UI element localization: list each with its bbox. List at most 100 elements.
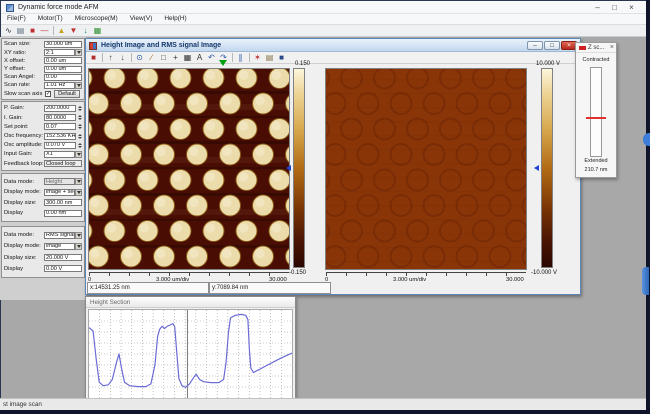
rms-scale-marker-icon[interactable] xyxy=(534,165,539,171)
rms-axis-div: 3.000 um/div xyxy=(393,277,427,283)
osc-amplitude-spin-down-icon[interactable] xyxy=(77,145,82,148)
default-button[interactable]: Default xyxy=(54,89,80,98)
save-icon[interactable]: ■ xyxy=(276,53,287,63)
edit-icon[interactable]: ∕ xyxy=(146,53,157,63)
set-point-spinner[interactable] xyxy=(77,123,82,130)
display-mode-rms-field[interactable]: image xyxy=(44,242,75,250)
xy-ratio-field[interactable]: 2:1 xyxy=(44,49,75,57)
p-gain-spin-up-icon[interactable] xyxy=(77,105,82,108)
scan-rate-dropdown-button[interactable] xyxy=(75,81,82,89)
image-window-icon xyxy=(89,42,97,50)
waveform-icon[interactable]: ∿ xyxy=(3,26,14,36)
menu-file[interactable]: File(F) xyxy=(1,14,32,24)
display-mode-rms-dropdown-button[interactable] xyxy=(75,242,82,250)
p-gain-row: P. Gain: 200.0000 xyxy=(4,104,82,113)
display-size-height-field[interactable]: 300.00 nm xyxy=(44,199,82,207)
slow-scan-axis-checkbox[interactable]: ✓ xyxy=(45,90,51,97)
tip-retract-icon[interactable]: ▼ xyxy=(68,26,79,36)
data-mode-rms-field[interactable]: RMS signal xyxy=(44,231,75,239)
z-scan-close-button[interactable]: × xyxy=(610,44,614,52)
slow-scan-axis-row: Slow scan axis EN✓Default xyxy=(4,89,82,98)
stop-scan-icon[interactable]: ■ xyxy=(27,26,38,36)
display-size-rms-field[interactable]: 20.000 V xyxy=(44,254,82,262)
osc-amplitude-spinner[interactable] xyxy=(77,142,82,149)
y-offset-field[interactable]: 0.00 um xyxy=(44,65,82,73)
snapshot-icon[interactable]: ✶ xyxy=(252,53,263,63)
height-section-titlebar[interactable]: Height Section xyxy=(86,297,295,308)
menu-microscope[interactable]: Microscope(M) xyxy=(69,14,124,24)
annotation-icon[interactable]: A xyxy=(194,53,205,63)
display-mode-height-dropdown-button[interactable] xyxy=(75,188,82,196)
set-point-spin-up-icon[interactable] xyxy=(77,124,82,127)
rms-image-display[interactable] xyxy=(307,66,545,270)
p-gain-field[interactable]: 200.0000 xyxy=(44,104,76,112)
i-gain-spin-up-icon[interactable] xyxy=(77,115,82,118)
pause-scan-icon[interactable]: — xyxy=(39,26,50,36)
scan-angle-field[interactable]: 0.00 xyxy=(44,73,82,81)
osc-amplitude-spin-up-icon[interactable] xyxy=(77,142,82,145)
color-palette-icon[interactable]: ▦ xyxy=(92,26,103,36)
scan-rate-field[interactable]: 1.01 Hz xyxy=(44,81,75,89)
color-scale-icon[interactable]: ■ xyxy=(88,53,99,63)
close-button[interactable]: × xyxy=(623,2,640,13)
scan-size-field[interactable]: 30.000 um xyxy=(44,40,82,48)
image-window-minimize-button[interactable]: – xyxy=(527,41,543,50)
image-window-maximize-button[interactable]: □ xyxy=(544,41,560,50)
input-gain-field[interactable]: X1 xyxy=(44,150,75,158)
select-rectangle-icon[interactable]: □ xyxy=(158,53,169,63)
tip-approach-icon[interactable]: ▲ xyxy=(56,26,67,36)
set-point-spin-down-icon[interactable] xyxy=(77,127,82,130)
undo-icon[interactable]: ↶ xyxy=(206,53,217,63)
display-height-field[interactable]: 0.00 nm xyxy=(44,209,82,217)
xy-ratio-dropdown-button[interactable] xyxy=(75,49,82,57)
attach-icon[interactable]: ∥ xyxy=(235,53,246,63)
grid-view-icon[interactable]: ▦ xyxy=(182,53,193,63)
osc-amplitude-label: Osc amplitude: xyxy=(4,142,43,149)
p-gain-spinner[interactable] xyxy=(77,105,82,112)
scan-angle-row: Scan Angel: 0.00 xyxy=(4,73,82,81)
input-gain-row: Input Gain: X1 xyxy=(4,150,82,159)
display-mode-height-field[interactable]: image + sec xyxy=(44,188,75,196)
osc-frequency-spin-up-icon[interactable] xyxy=(77,133,82,136)
p-gain-spin-down-icon[interactable] xyxy=(77,108,82,111)
osc-frequency-field[interactable]: 152.536 KHz xyxy=(44,132,76,140)
set-point-field[interactable]: 0.07 xyxy=(44,123,76,131)
osc-amplitude-field[interactable]: 0.070 V xyxy=(44,141,76,149)
menu-help[interactable]: Help(H) xyxy=(158,14,192,24)
cross-section-icon[interactable]: + xyxy=(170,53,181,63)
edge-scroll-handle[interactable] xyxy=(643,133,650,146)
i-gain-spin-down-icon[interactable] xyxy=(77,118,82,121)
meter-icon[interactable]: ▤ xyxy=(15,26,26,36)
osc-frequency-spinner[interactable] xyxy=(77,133,82,140)
line-down-icon[interactable]: ↓ xyxy=(117,53,128,63)
scan-size-row: Scan size: 30.000 um xyxy=(4,40,82,49)
zoom-icon[interactable]: ⊙ xyxy=(134,53,145,63)
maximize-button[interactable]: □ xyxy=(606,2,623,13)
height-scale-marker-icon[interactable] xyxy=(286,165,291,171)
copy-image-icon[interactable]: ▤ xyxy=(264,53,275,63)
i-gain-field[interactable]: 80.0000 xyxy=(44,114,76,122)
auto-approach-icon[interactable]: ↓ xyxy=(80,26,91,36)
minimize-button[interactable]: – xyxy=(589,2,606,13)
display-rms-field[interactable]: 0.00 V xyxy=(44,265,82,273)
menu-view[interactable]: View(V) xyxy=(124,14,159,24)
osc-frequency-spin-down-icon[interactable] xyxy=(77,136,82,139)
scan-line-marker-icon[interactable] xyxy=(219,60,227,66)
data-mode-rms-dropdown-button[interactable] xyxy=(75,231,82,239)
rms-colorbar xyxy=(541,68,553,268)
input-gain-dropdown-button[interactable] xyxy=(75,150,82,158)
z-scan-titlebar[interactable]: Z sc... × xyxy=(576,43,616,53)
status-text: st image scan xyxy=(3,401,42,408)
x-offset-field[interactable]: 0.00 um xyxy=(44,57,82,65)
i-gain-spinner[interactable] xyxy=(77,114,82,121)
line-up-icon[interactable]: ↑ xyxy=(105,53,116,63)
y-offset-row: Y offset: 0.00 um xyxy=(4,65,82,73)
edge-panel-handle[interactable] xyxy=(642,267,649,295)
display-size-height-label: Display size: xyxy=(4,199,37,206)
set-point-label: Set point: xyxy=(4,123,29,130)
feedback-loop-row: Feedback loop: Closed loop xyxy=(4,160,82,168)
menu-motor[interactable]: Motor(T) xyxy=(32,14,69,24)
image-window-titlebar[interactable]: Height Image and RMS signal Image – □ × xyxy=(86,39,580,52)
height-image-display[interactable] xyxy=(70,67,307,270)
main-toolbar: ∿ ▤ ■ — ▲ ▼ ↓ ▦ xyxy=(1,25,646,37)
